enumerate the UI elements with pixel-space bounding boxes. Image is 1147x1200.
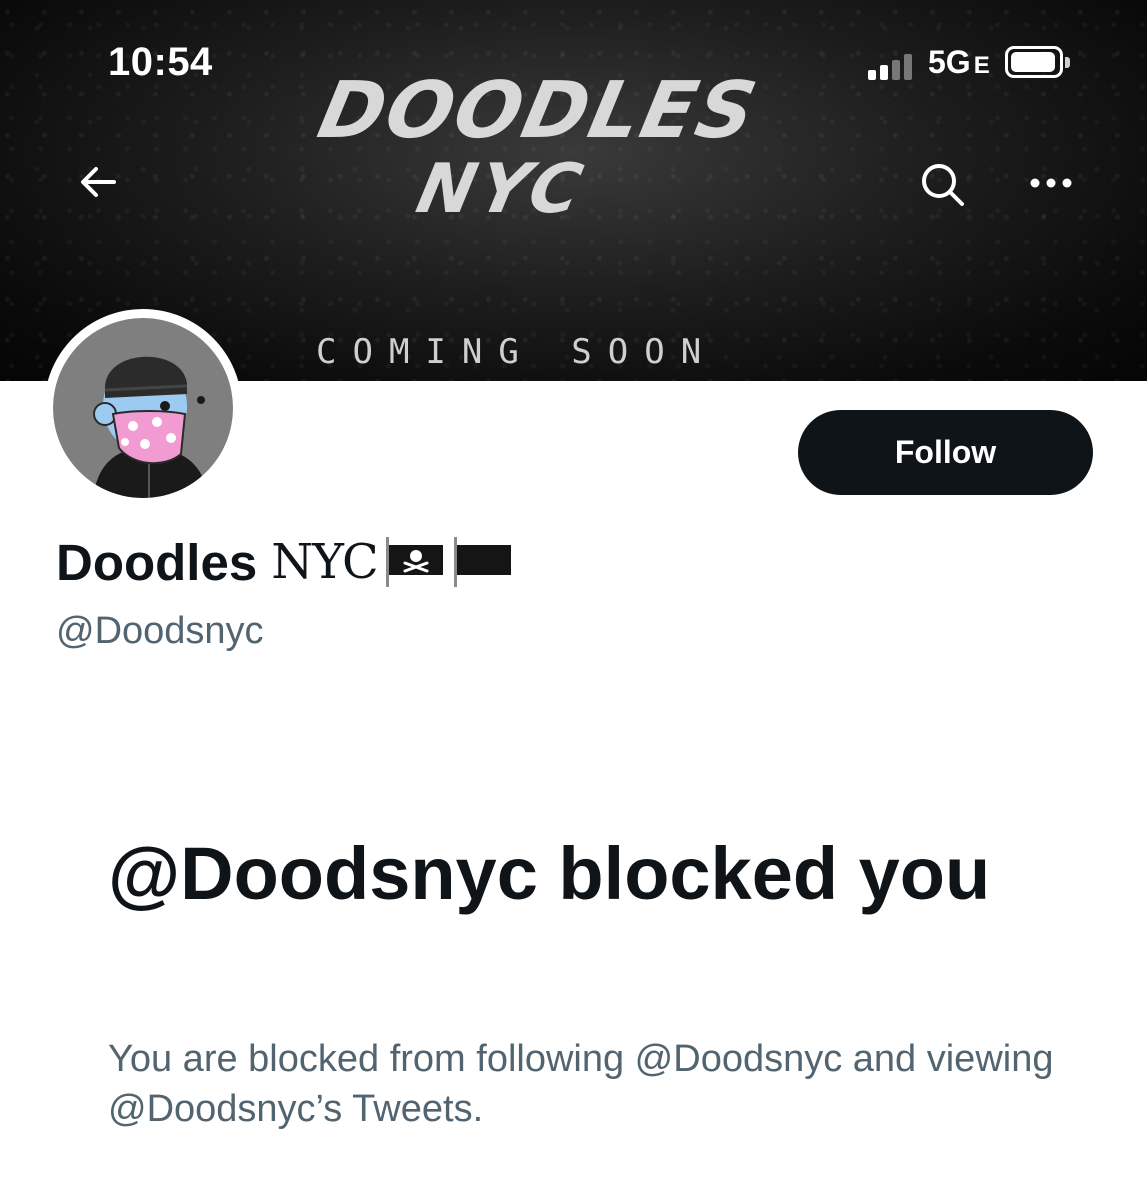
battery-icon bbox=[1005, 46, 1063, 78]
more-button[interactable] bbox=[1028, 168, 1074, 198]
banner-title: DOODLES NYC bbox=[283, 66, 777, 229]
banner-title-line2: NYC bbox=[410, 150, 593, 229]
black-flag-icon bbox=[450, 535, 514, 589]
pirate-flag-icon bbox=[382, 535, 446, 589]
avatar-doodle-image bbox=[93, 356, 209, 498]
network-suffix: E bbox=[973, 52, 990, 79]
battery-cap bbox=[1065, 57, 1070, 68]
blocked-description: You are blocked from following @Doodsnyc… bbox=[108, 1038, 1054, 1130]
profile-handle: @Doodsnyc bbox=[56, 610, 264, 652]
search-button[interactable] bbox=[918, 160, 966, 208]
arrow-left-icon bbox=[81, 167, 116, 197]
banner-subtitle: COMING SOON bbox=[316, 332, 718, 372]
search-icon bbox=[922, 164, 964, 206]
avatar[interactable] bbox=[53, 318, 233, 498]
status-time: 10:54 bbox=[108, 40, 213, 84]
network-indicator: 5G E bbox=[928, 44, 990, 81]
cellular-signal-icon bbox=[868, 54, 924, 80]
blocked-title: @Doodsnyc blocked you bbox=[108, 832, 991, 915]
profile-name: Doodles NYC bbox=[56, 532, 514, 592]
more-horizontal-icon bbox=[1030, 178, 1072, 188]
banner-title-line1: DOODLES bbox=[310, 66, 766, 156]
display-name-stylized: NYC bbox=[271, 534, 379, 590]
back-button[interactable] bbox=[76, 160, 120, 204]
follow-button[interactable]: Follow bbox=[798, 410, 1093, 495]
battery-level bbox=[1011, 52, 1055, 72]
display-name: Doodles bbox=[56, 533, 258, 591]
network-type: 5G bbox=[928, 44, 971, 80]
avatar-frame[interactable] bbox=[44, 309, 242, 507]
